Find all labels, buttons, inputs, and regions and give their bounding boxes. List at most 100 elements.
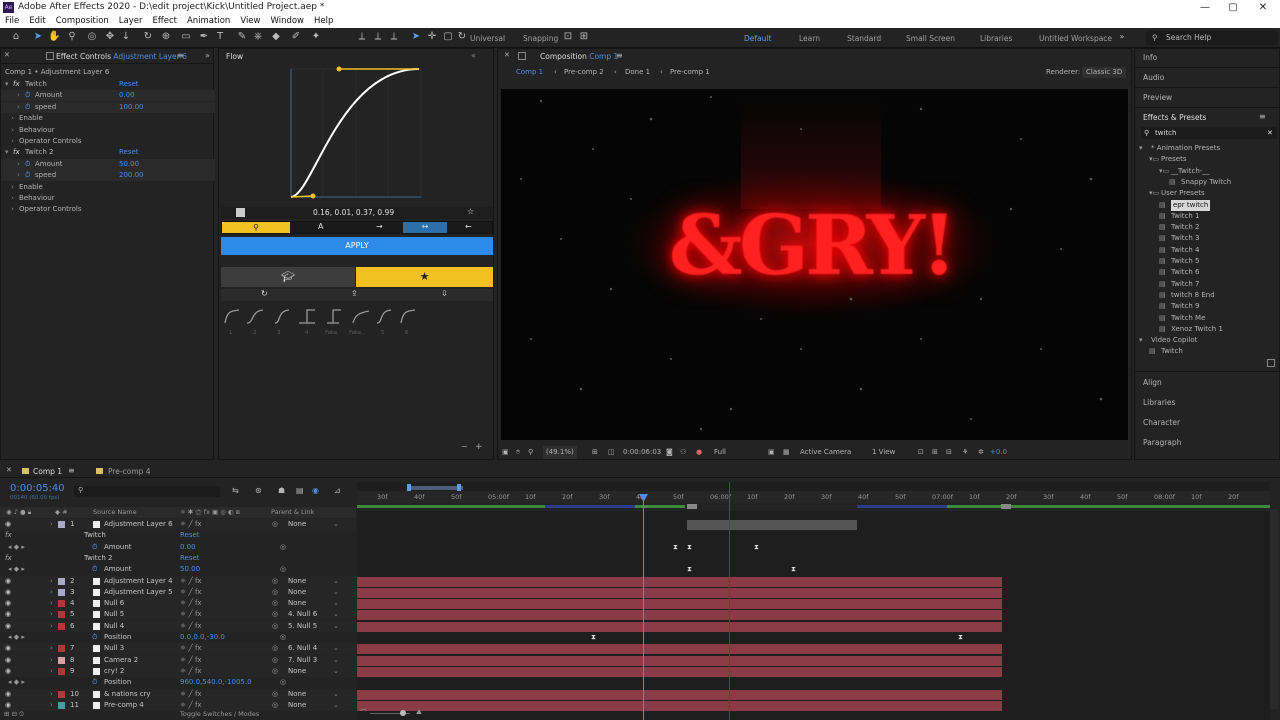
layer-switches[interactable]: ⚛ ╱ fx	[180, 643, 202, 654]
layer-name[interactable]: Adjustment Layer 6	[104, 519, 173, 530]
stopwatch-icon[interactable]: ⏱	[25, 102, 30, 113]
hand-tool-icon[interactable]: ✋	[48, 31, 60, 43]
preview-section[interactable]: Preview	[1143, 93, 1172, 102]
composition-tab[interactable]: Composition Comp 1	[540, 52, 618, 61]
magnify-icon[interactable]: ⚲	[528, 446, 533, 459]
label-color-swatch[interactable]	[58, 667, 65, 675]
type-tool-icon[interactable]: T	[214, 31, 226, 43]
menu-edit[interactable]: Edit	[24, 15, 50, 28]
frame-blending-icon[interactable]: ▤	[296, 486, 304, 495]
expand-arrow-icon[interactable]: ›	[50, 655, 53, 666]
eye-icon[interactable]: ◉	[5, 587, 11, 598]
layer-switches[interactable]: ⚛ ╱ fx	[180, 587, 202, 598]
layer-switches[interactable]: ⚛ ╱ fx	[180, 576, 202, 587]
menu-animation[interactable]: Animation	[182, 15, 235, 28]
label-color-swatch[interactable]	[58, 690, 65, 698]
clone-stamp-icon[interactable]: ⎈	[252, 31, 264, 43]
minimize-icon[interactable]: —	[1190, 0, 1220, 15]
keyframe-icon[interactable]: ⧗	[687, 566, 692, 573]
expand-arrow-icon[interactable]: ›	[50, 576, 53, 587]
roto-brush-icon[interactable]: ✐	[290, 31, 302, 43]
chevron-down-icon[interactable]: ⌄	[333, 643, 339, 654]
eye-icon[interactable]: ◉	[5, 519, 11, 530]
property-value[interactable]: 0.0,0.0,-30.0	[180, 632, 225, 643]
show-snapshot-icon[interactable]: ⚇	[680, 446, 686, 459]
layer-property-row[interactable]: fx Twitch Reset	[0, 530, 356, 541]
effect-row[interactable]: › ⏱ speed 100.00	[1, 101, 215, 113]
layer-property-row[interactable]: ⏱ ◂ ◆ ▸ Position 960.0,540.0,-1005.0 ◎	[0, 677, 356, 688]
local-axis-icon[interactable]: ⟂	[356, 31, 368, 43]
box-tool-icon[interactable]: ▢	[442, 31, 454, 43]
timecode[interactable]: 0:00:05:40	[10, 483, 65, 494]
align-section[interactable]: Align	[1143, 378, 1162, 387]
layer-switches[interactable]: ⚛ ╱ fx	[180, 655, 202, 666]
layer-switches[interactable]: ⚛ ╱ fx	[180, 519, 202, 530]
parent-pickwhip-icon[interactable]: ◎	[272, 666, 278, 677]
eye-icon[interactable]: ◉	[5, 576, 11, 587]
workspace-learn[interactable]: Learn	[799, 34, 820, 43]
composition-viewer[interactable]: &GRY!	[501, 89, 1128, 440]
keyframe-icon[interactable]: ⧗	[958, 634, 963, 641]
close-icon[interactable]: ✕	[1248, 0, 1278, 15]
parent-dropdown[interactable]: None	[288, 587, 306, 598]
preset-tree-item[interactable]: ▤ Twitch Me	[1135, 313, 1280, 324]
camera-snapshot-icon[interactable]: ◙	[666, 446, 673, 459]
audio-section[interactable]: Audio	[1143, 73, 1164, 82]
fx-icon[interactable]: fx	[5, 553, 12, 564]
brush-tool-icon[interactable]: ✎	[236, 31, 248, 43]
current-time[interactable]: 0:00:06:03	[623, 446, 661, 459]
parent-pickwhip-icon[interactable]: ◎	[272, 609, 278, 620]
cross-tool-icon[interactable]: ✛	[426, 31, 438, 43]
layer-duration-bar[interactable]	[357, 621, 1002, 632]
curve-presets-row[interactable]	[219, 305, 495, 333]
timeline-icon[interactable]: ⊟	[946, 446, 952, 459]
expand-arrow-icon[interactable]: ›	[50, 609, 53, 620]
time-graph[interactable]: 30f 40f 50f 05:00f 10f 20f 30f 40f 50f 06:00f 10f 2…	[357, 482, 1270, 720]
eye-icon[interactable]: ◉	[5, 689, 11, 700]
preset-tree-item[interactable]: ▤ Twitch 2	[1135, 222, 1280, 233]
expand-arrow-icon[interactable]: ▾	[5, 79, 9, 90]
refresh-icon[interactable]: ↻	[261, 289, 268, 298]
puppet-pin-icon[interactable]: ✦	[310, 31, 322, 43]
draft-3d-icon[interactable]: ⊛	[255, 486, 262, 495]
keyframe-icon[interactable]: ⧗	[591, 634, 596, 641]
star-filled-icon[interactable]: ★	[356, 267, 493, 287]
parent-dropdown[interactable]: None	[288, 689, 306, 700]
layer-property-row[interactable]: ⏱ ◂ ◆ ▸ Position 0.0,0.0,-30.0 ◎	[0, 632, 356, 643]
layer-name[interactable]: Camera 2	[104, 655, 138, 666]
timeline-search-input[interactable]: ⚲	[74, 486, 220, 497]
workspace-small-screen[interactable]: Small Screen	[906, 34, 955, 43]
ease-in-out-icon[interactable]: ⚲	[222, 222, 290, 233]
keyframe-icon[interactable]: ⧗	[673, 543, 678, 551]
layer-row[interactable]: ◉ › 8 Camera 2 ⚛ ╱ fx ◎ 7. Null 3 ⌄	[0, 654, 356, 666]
keyframe-navigator-icon[interactable]: ◂ ◆ ▸	[8, 632, 25, 643]
zoom-tool-icon[interactable]: ⚲	[66, 31, 78, 43]
preset-tree-item[interactable]: ▤ Twitch 5	[1135, 256, 1280, 267]
stopwatch-icon[interactable]: ⏱	[25, 170, 30, 181]
preset-tree-item[interactable]: ▤ Twitch	[1135, 346, 1280, 357]
layer-row[interactable]: ◉ › 4 Null 6 ⚛ ╱ fx ◎ None ⌄	[0, 598, 356, 610]
effect-row[interactable]: › ⏱ Amount 0.00	[1, 90, 215, 102]
label-color-swatch[interactable]	[58, 622, 65, 630]
effect-row[interactable]: › ⏱ Amount 50.00	[1, 158, 215, 170]
property-value[interactable]: Reset	[180, 553, 200, 564]
layer-duration-bar[interactable]	[357, 655, 1002, 666]
expand-arrow-icon[interactable]: ›	[17, 90, 20, 101]
work-area-start-marker[interactable]	[687, 504, 697, 509]
keyframe-icon[interactable]: ⧗	[754, 543, 759, 551]
effect-row-value[interactable]: 50.00	[119, 159, 139, 170]
breadcrumb-pre-comp-1[interactable]: Pre-comp 1	[670, 66, 710, 79]
flow-tab[interactable]: Flow	[226, 52, 243, 61]
stopwatch-icon[interactable]: ⏱	[25, 159, 30, 170]
layer-row[interactable]: ◉ › 3 Adjustment Layer 5 ⚛ ╱ fx ◎ None ⌄	[0, 586, 356, 598]
preset-tree-item[interactable]: ▾ Video Copilot	[1135, 335, 1280, 346]
exposure-icon[interactable]: ✲	[978, 446, 984, 459]
eye-icon[interactable]: ◉	[5, 621, 11, 632]
keyframe-navigator-icon[interactable]: ◂ ◆ ▸	[8, 564, 25, 575]
effects-search-input[interactable]: ⚲ twitch ✕	[1141, 127, 1277, 139]
layer-name[interactable]: Null 4	[104, 621, 124, 632]
panel-menu-icon[interactable]: ≡	[1259, 112, 1266, 121]
preset-tree-item[interactable]: ▾▭ User Presets	[1135, 188, 1280, 199]
expand-arrow-icon[interactable]: ›	[50, 621, 53, 632]
plus-icon[interactable]: +	[475, 442, 487, 454]
